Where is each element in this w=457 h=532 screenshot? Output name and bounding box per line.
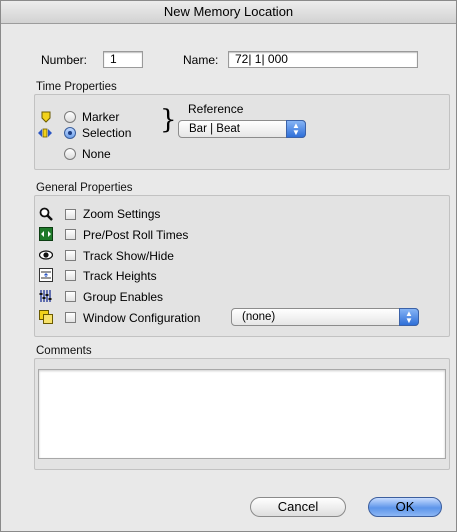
ok-button[interactable]: OK (368, 497, 442, 517)
group-enables-label: Group Enables (83, 290, 164, 304)
number-label: Number: (41, 53, 88, 67)
radio-none[interactable] (64, 148, 76, 160)
window-configuration-popup[interactable]: (none) ▲ ▼ (231, 308, 419, 326)
radio-marker[interactable] (64, 111, 76, 123)
dialog-title: New Memory Location (1, 1, 456, 24)
radio-selection-label: Selection (82, 126, 132, 140)
radio-marker-label: Marker (82, 110, 120, 124)
time-properties-heading: Time Properties (36, 81, 117, 93)
name-label: Name: (183, 53, 219, 67)
window-configuration-label: Window Configuration (83, 311, 201, 325)
checkbox-track-heights[interactable] (65, 270, 76, 281)
checkbox-pre-post-roll[interactable] (65, 229, 76, 240)
name-field[interactable] (228, 51, 418, 68)
radio-selection[interactable] (64, 127, 76, 139)
selection-icon (38, 128, 52, 138)
window-configuration-value: (none) (242, 311, 276, 323)
time-properties-group: Marker Selection None } Reference Bar | … (34, 94, 450, 170)
eye-icon (39, 250, 53, 260)
checkbox-track-show-hide[interactable] (65, 250, 76, 261)
brace-glyph: } (160, 105, 177, 135)
window-config-icon (39, 310, 53, 324)
reference-popup-value: Bar | Beat (189, 123, 240, 135)
marker-icon (41, 111, 51, 123)
cancel-button[interactable]: Cancel (250, 497, 346, 517)
track-show-hide-label: Track Show/Hide (83, 249, 174, 263)
comments-group (34, 358, 450, 470)
radio-none-label: None (82, 147, 111, 161)
comments-textarea[interactable] (38, 369, 446, 459)
comments-heading: Comments (36, 345, 92, 357)
reference-popup[interactable]: Bar | Beat ▲ ▼ (178, 120, 306, 138)
track-heights-label: Track Heights (83, 269, 157, 283)
group-enables-icon (39, 290, 52, 302)
checkbox-window-configuration[interactable] (65, 312, 76, 323)
checkbox-group-enables[interactable] (65, 291, 76, 302)
general-properties-heading: General Properties (36, 182, 133, 194)
popup-arrows-icon: ▲ ▼ (399, 308, 419, 326)
track-heights-icon (39, 268, 53, 282)
checkbox-zoom-settings[interactable] (65, 209, 76, 220)
pre-post-roll-label: Pre/Post Roll Times (83, 228, 189, 242)
popup-arrows-icon: ▲ ▼ (286, 120, 306, 138)
reference-label: Reference (188, 102, 244, 116)
preroll-icon (39, 227, 53, 241)
zoom-settings-label: Zoom Settings (83, 207, 161, 221)
general-properties-group: Zoom Settings Pre/Post Roll Times Track … (34, 195, 450, 337)
magnifier-icon (39, 207, 53, 221)
number-field[interactable] (103, 51, 143, 68)
new-memory-location-dialog: New Memory Location Number: Name: Time P… (0, 0, 457, 532)
